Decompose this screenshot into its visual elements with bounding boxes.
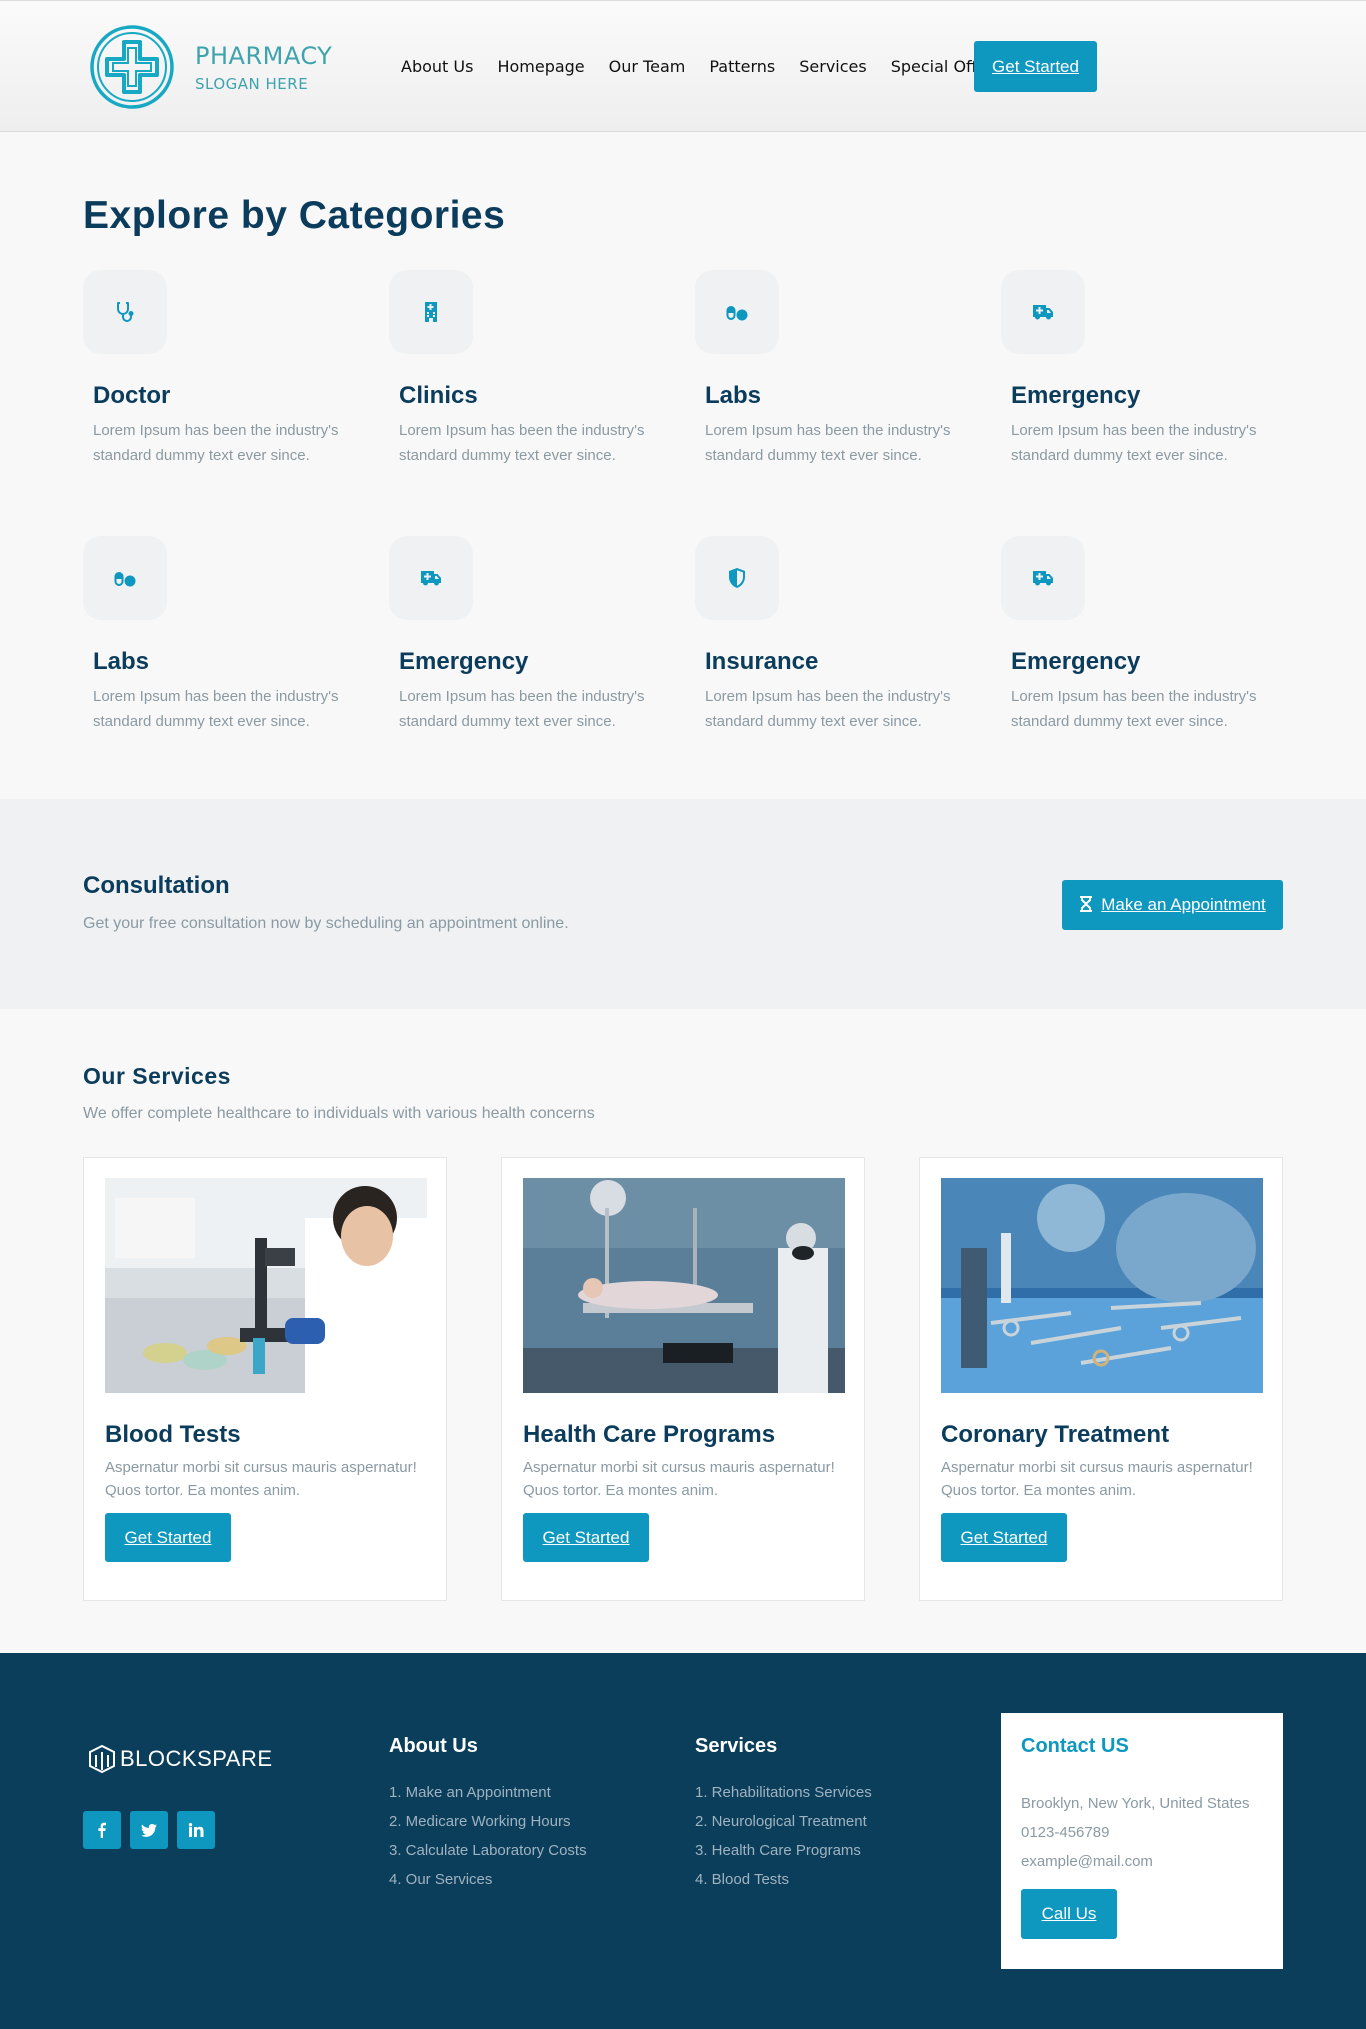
pharmacy-logo[interactable]: PHARMACY SLOGAN HERE bbox=[89, 24, 332, 110]
category-description: Lorem Ipsum has been the industry's stan… bbox=[1011, 422, 1257, 464]
medical-cross-logo-icon bbox=[90, 25, 174, 109]
service-name: Blood Tests bbox=[105, 1421, 241, 1448]
header-get-started-button[interactable]: Get Started bbox=[974, 41, 1097, 92]
consultation-title: Consultation bbox=[83, 872, 230, 899]
hospital-icon bbox=[389, 270, 473, 354]
stethoscope-icon bbox=[83, 270, 167, 354]
service-description: Aspernatur morbi sit cursus mauris asper… bbox=[941, 1459, 1253, 1499]
facebook-icon[interactable] bbox=[83, 1811, 121, 1849]
category-name: Labs bbox=[705, 382, 762, 409]
category-description: Lorem Ipsum has been the industry's stan… bbox=[1011, 688, 1257, 730]
pills-icon bbox=[695, 270, 779, 354]
category-card[interactable]: Labs Lorem Ipsum has been the industry's… bbox=[83, 536, 373, 734]
category-card[interactable]: Clinics Lorem Ipsum has been the industr… bbox=[389, 270, 679, 468]
site-footer: BLOCKSPARE About Us 1. Make an Appointme… bbox=[0, 1653, 1366, 2029]
brand-slogan: SLOGAN HERE bbox=[195, 75, 309, 93]
category-name: Emergency bbox=[1011, 382, 1141, 409]
category-name: Emergency bbox=[1011, 648, 1141, 675]
category-description: Lorem Ipsum has been the industry's stan… bbox=[93, 688, 339, 730]
category-card[interactable]: Emergency Lorem Ipsum has been the indus… bbox=[389, 536, 679, 734]
contact-email: example@mail.com bbox=[1021, 1853, 1153, 1870]
categories-title: Explore by Categories bbox=[83, 194, 506, 237]
blockspare-logo[interactable]: BLOCKSPARE bbox=[86, 1743, 273, 1775]
site-header: PHARMACY SLOGAN HERE About Us Homepage O… bbox=[0, 0, 1366, 132]
category-description: Lorem Ipsum has been the industry's stan… bbox=[93, 422, 339, 464]
footer-link[interactable]: 2. Medicare Working Hours bbox=[389, 1807, 587, 1836]
services-subtitle: We offer complete healthcare to individu… bbox=[83, 1105, 595, 1122]
nav-link-about-us[interactable]: About Us bbox=[401, 57, 473, 76]
contact-address: Brooklyn, New York, United States bbox=[1021, 1795, 1250, 1812]
consultation-section: Consultation Get your free consultation … bbox=[0, 799, 1366, 1009]
service-description: Aspernatur morbi sit cursus mauris asper… bbox=[105, 1459, 417, 1499]
consultation-text: Get your free consultation now by schedu… bbox=[83, 915, 569, 932]
nav-link-our-team[interactable]: Our Team bbox=[609, 57, 686, 76]
footer-about-column: About Us 1. Make an Appointment 2. Medic… bbox=[389, 1735, 587, 1894]
operating-room-image bbox=[523, 1178, 845, 1393]
service-name: Health Care Programs bbox=[523, 1421, 776, 1448]
nav-link-services[interactable]: Services bbox=[799, 57, 866, 76]
categories-section: Explore by Categories Doctor Lorem Ipsum… bbox=[0, 132, 1366, 799]
footer-link[interactable]: 1. Make an Appointment bbox=[389, 1778, 587, 1807]
surgery-instruments-image bbox=[941, 1178, 1263, 1393]
category-card[interactable]: Doctor Lorem Ipsum has been the industry… bbox=[83, 270, 373, 468]
shield-icon bbox=[695, 536, 779, 620]
category-name: Doctor bbox=[93, 382, 171, 409]
service-card: Blood Tests Aspernatur morbi sit cursus … bbox=[83, 1157, 447, 1601]
contact-title: Contact US bbox=[1021, 1735, 1129, 1757]
nav-link-homepage[interactable]: Homepage bbox=[497, 57, 584, 76]
footer-about-title: About Us bbox=[389, 1735, 478, 1757]
make-appointment-label: Make an Appointment bbox=[1101, 895, 1266, 914]
blockspare-brand: BLOCKSPARE bbox=[120, 1746, 273, 1771]
lab-microscope-image bbox=[105, 1178, 427, 1393]
category-description: Lorem Ipsum has been the industry's stan… bbox=[705, 422, 951, 464]
service-description: Aspernatur morbi sit cursus mauris asper… bbox=[523, 1459, 835, 1499]
nav-link-patterns[interactable]: Patterns bbox=[709, 57, 775, 76]
category-card[interactable]: Labs Lorem Ipsum has been the industry's… bbox=[695, 270, 985, 468]
ambulance-icon bbox=[1001, 536, 1085, 620]
footer-link[interactable]: 4. Blood Tests bbox=[695, 1865, 872, 1894]
contact-phone: 0123-456789 bbox=[1021, 1824, 1110, 1841]
category-name: Labs bbox=[93, 648, 150, 675]
linkedin-icon[interactable] bbox=[177, 1811, 215, 1849]
footer-link[interactable]: 3. Calculate Laboratory Costs bbox=[389, 1836, 587, 1865]
footer-link[interactable]: 1. Rehabilitations Services bbox=[695, 1778, 872, 1807]
get-started-button[interactable]: Get Started bbox=[523, 1513, 649, 1562]
get-started-button[interactable]: Get Started bbox=[105, 1513, 231, 1562]
footer-services-column: Services 1. Rehabilitations Services 2. … bbox=[695, 1735, 872, 1894]
twitter-icon[interactable] bbox=[130, 1811, 168, 1849]
footer-link[interactable]: 2. Neurological Treatment bbox=[695, 1807, 872, 1836]
service-card: Health Care Programs Aspernatur morbi si… bbox=[501, 1157, 865, 1601]
contact-box: Contact US Brooklyn, New York, United St… bbox=[1001, 1713, 1283, 1969]
service-name: Coronary Treatment bbox=[941, 1421, 1170, 1448]
footer-link[interactable]: 3. Health Care Programs bbox=[695, 1836, 872, 1865]
call-us-button[interactable]: Call Us bbox=[1021, 1889, 1117, 1939]
hourglass-icon bbox=[1080, 896, 1093, 912]
service-card: Coronary Treatment Aspernatur morbi sit … bbox=[919, 1157, 1283, 1601]
category-description: Lorem Ipsum has been the industry's stan… bbox=[399, 422, 645, 464]
services-title: Our Services bbox=[83, 1063, 231, 1089]
blockspare-logo-icon bbox=[89, 1744, 115, 1774]
footer-link[interactable]: 4. Our Services bbox=[389, 1865, 587, 1894]
get-started-button[interactable]: Get Started bbox=[941, 1513, 1067, 1562]
category-card[interactable]: Emergency Lorem Ipsum has been the indus… bbox=[1001, 536, 1291, 734]
category-card[interactable]: Emergency Lorem Ipsum has been the indus… bbox=[1001, 270, 1291, 468]
ambulance-icon bbox=[389, 536, 473, 620]
category-name: Emergency bbox=[399, 648, 529, 675]
brand-title: PHARMACY bbox=[195, 42, 333, 70]
pills-icon bbox=[83, 536, 167, 620]
services-section: Our Services We offer complete healthcar… bbox=[0, 1009, 1366, 1653]
footer-services-title: Services bbox=[695, 1735, 778, 1757]
make-appointment-button[interactable]: Make an Appointment bbox=[1062, 880, 1283, 930]
main-nav: About Us Homepage Our Team Patterns Serv… bbox=[401, 57, 1018, 76]
category-card[interactable]: Insurance Lorem Ipsum has been the indus… bbox=[695, 536, 985, 734]
category-description: Lorem Ipsum has been the industry's stan… bbox=[399, 688, 645, 730]
category-name: Clinics bbox=[399, 382, 478, 409]
category-description: Lorem Ipsum has been the industry's stan… bbox=[705, 688, 951, 730]
social-links bbox=[83, 1811, 224, 1849]
category-name: Insurance bbox=[705, 648, 819, 675]
ambulance-icon bbox=[1001, 270, 1085, 354]
